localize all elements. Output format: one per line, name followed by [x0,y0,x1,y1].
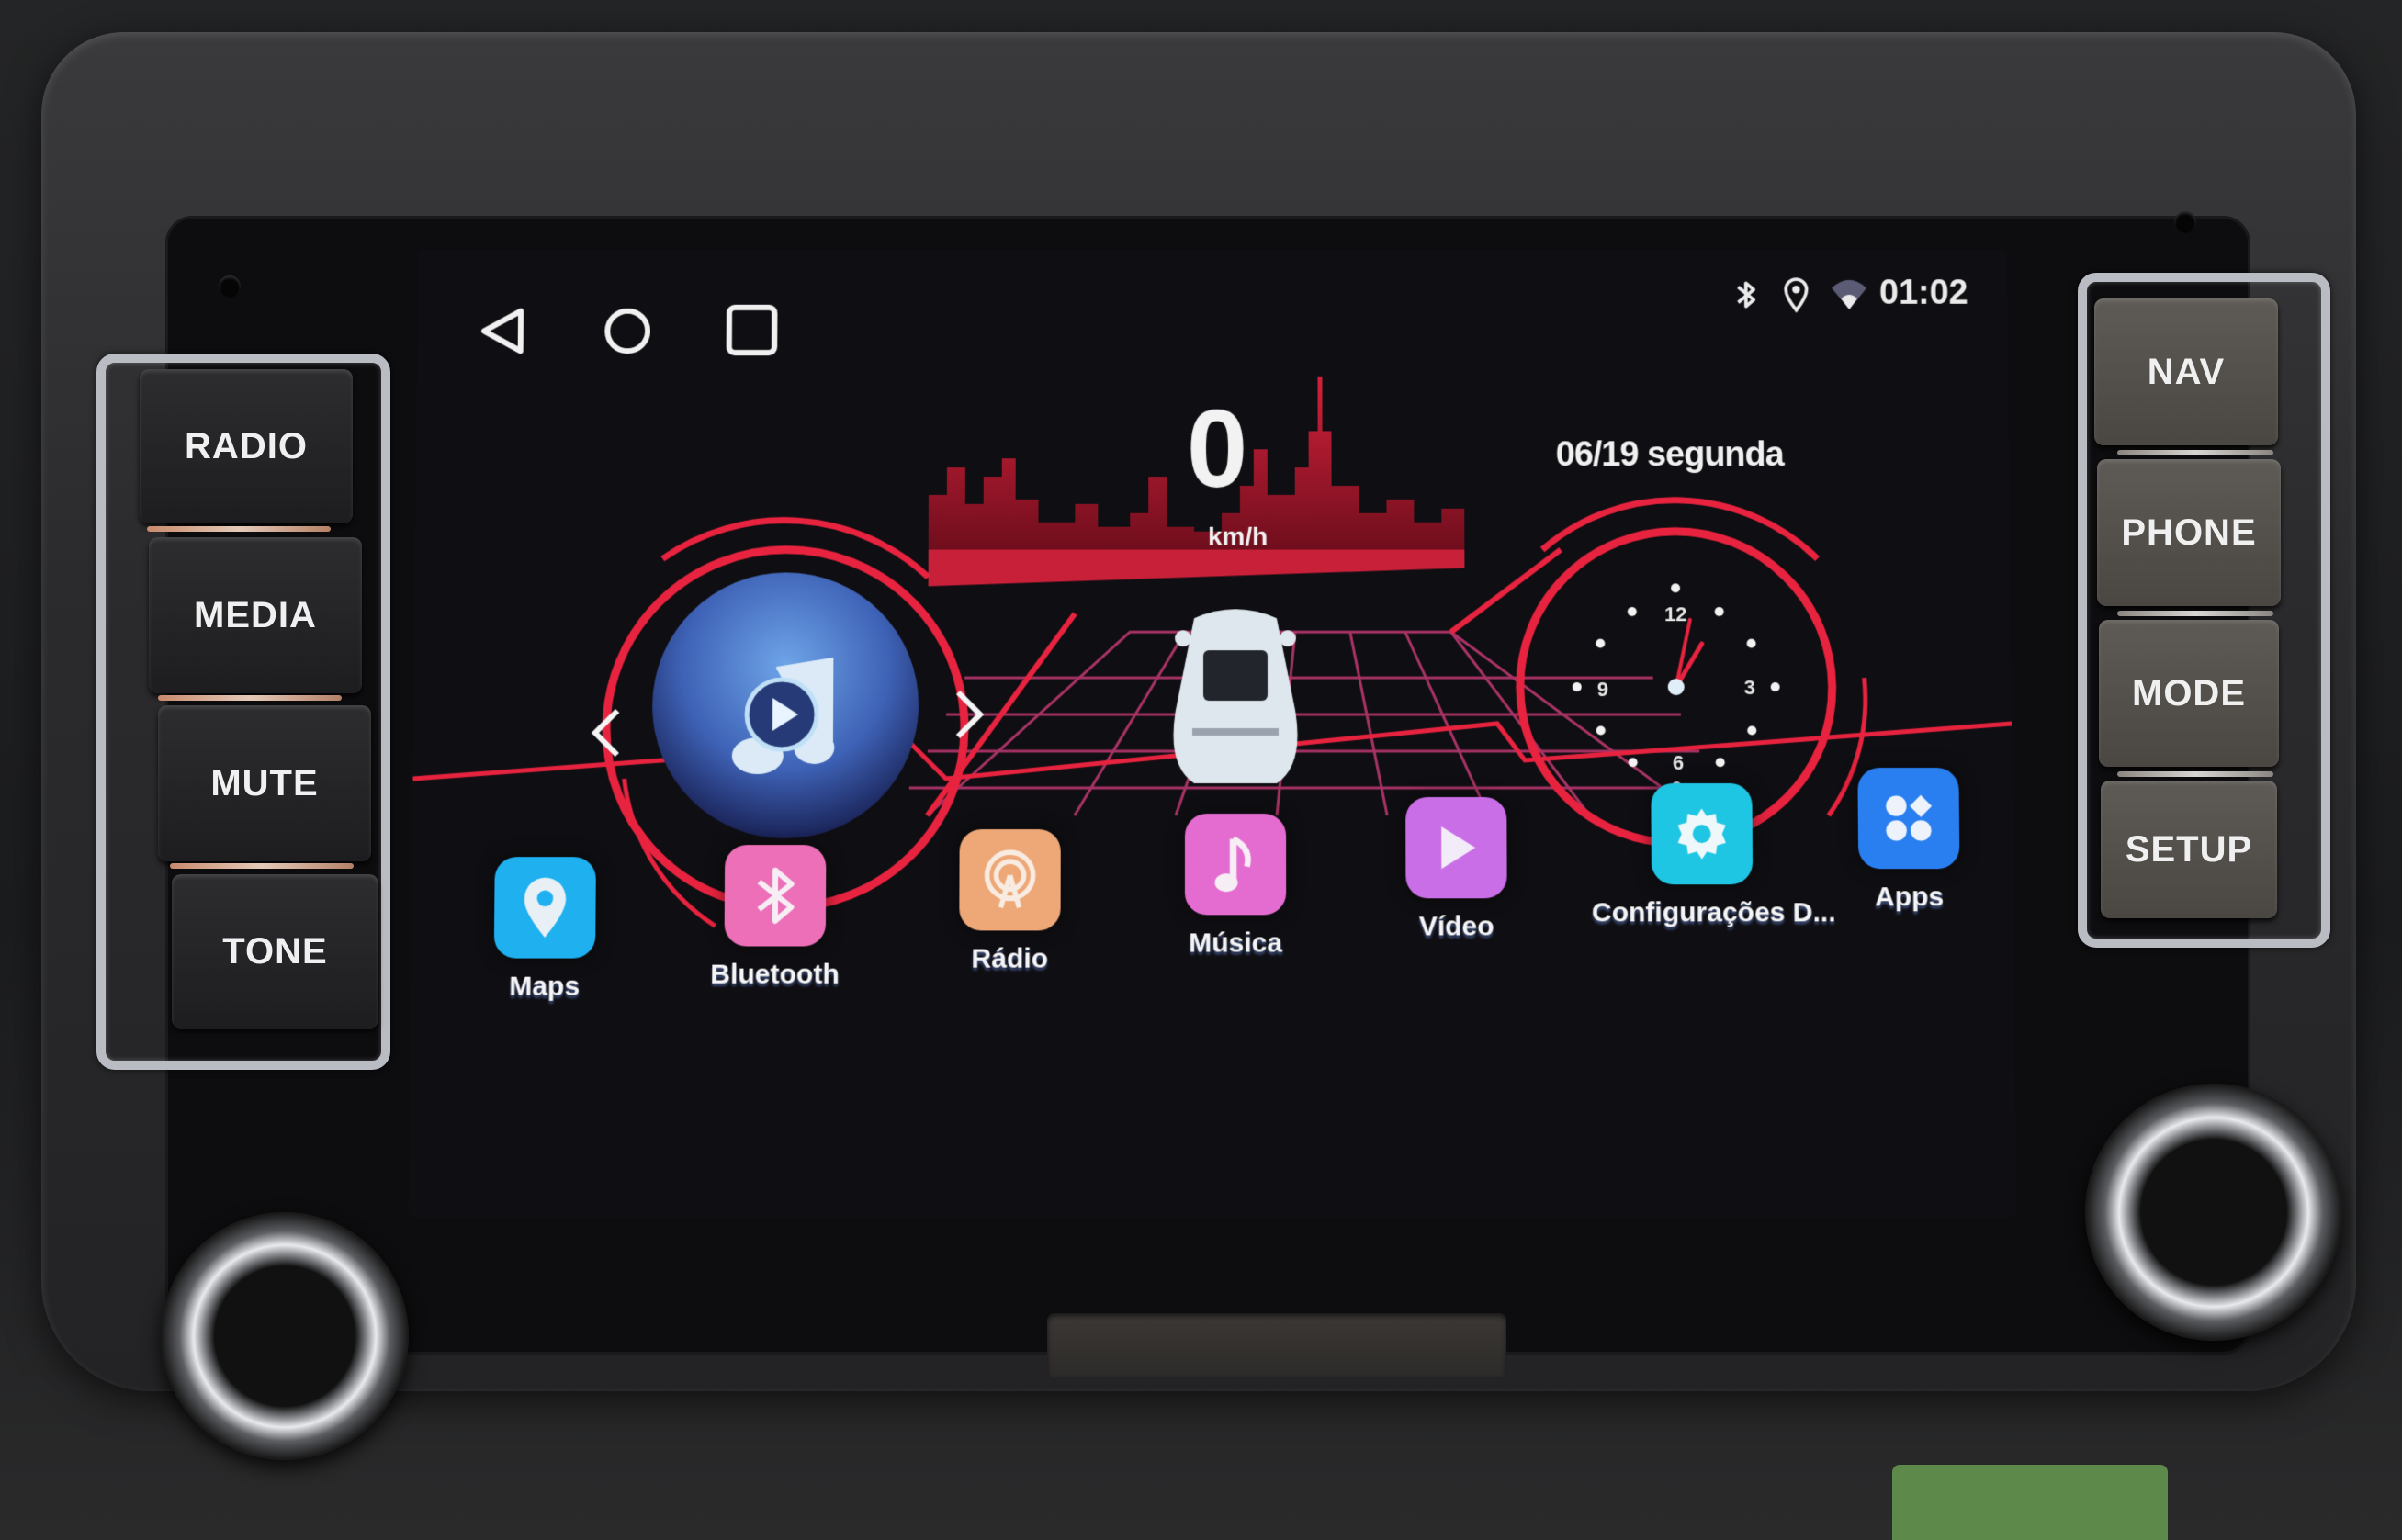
clock-tick [1627,607,1637,616]
mode-button[interactable]: MODE [2099,620,2279,767]
clock-center [1667,679,1685,696]
clock-tick [1746,638,1756,648]
button-divider [147,526,331,532]
screw-hole [2174,211,2196,233]
clock-tick [1627,757,1637,767]
chevron-left-icon[interactable] [588,705,625,760]
app-label: Rádio [971,943,1049,974]
app-label: Configurações D... [1591,897,1836,928]
accent-line [1450,550,1561,633]
clock-tick [1714,757,1724,767]
play-icon [1405,797,1507,899]
app-label: Apps [1874,882,1945,913]
button-divider [2117,771,2273,777]
android-screen: 01:02 0 km/h 06/19 segunda 12 3 6 9 Maps… [408,249,2017,1218]
recents-square-icon[interactable] [724,302,781,358]
button-divider [2117,611,2273,616]
tone-button[interactable]: TONE [172,874,378,1029]
clock-label-12: 12 [1664,602,1687,625]
map-pin-icon [493,857,596,959]
disc-slot [1047,1313,1506,1377]
clock-tick [1671,583,1681,593]
speed-unit: km/h [1208,522,1269,551]
app-label: Maps [509,971,581,1002]
clock-tick [1572,682,1582,692]
screw-hole [219,275,241,298]
app-video[interactable]: Vídeo [1387,797,1526,942]
app-settings[interactable]: Configurações D... [1591,783,1836,928]
app-label: Música [1189,927,1283,959]
wifi-icon [1832,279,1867,309]
music-play-icon[interactable] [721,650,851,779]
back-triangle-icon[interactable] [477,304,532,358]
mute-button[interactable]: MUTE [158,705,371,861]
app-label: Bluetooth [710,959,840,990]
clock-tick [1770,682,1780,692]
car-illustration [1173,609,1298,784]
date-label: 06/19 segunda [1555,435,1784,475]
radio-button[interactable]: RADIO [140,369,353,523]
app-radio[interactable]: Rádio [941,829,1079,975]
music-note-icon [1184,814,1287,916]
clock-tick [1714,607,1724,616]
nav-button[interactable]: NAV [2094,298,2278,445]
location-icon [1780,276,1811,313]
clock-tick [1747,725,1757,736]
apps-grid-icon [1857,767,1960,870]
mode-button-label: MODE [2132,672,2246,714]
app-maps[interactable]: Maps [475,857,615,1003]
clock-label-9: 9 [1597,678,1608,701]
climate-display [1892,1465,2168,1540]
bluetooth-icon [724,845,827,947]
clock-tick [1596,725,1606,736]
chevron-right-icon[interactable] [951,687,987,742]
media-button[interactable]: MEDIA [149,537,362,693]
app-apps[interactable]: Apps [1839,767,1979,913]
app-label: Vídeo [1418,911,1494,942]
home-circle-icon[interactable] [600,304,655,358]
phone-button-label: PHONE [2121,511,2257,553]
app-bluetooth[interactable]: Bluetooth [705,845,844,991]
setup-button-label: SETUP [2125,828,2253,870]
button-divider [158,695,342,701]
phone-button[interactable]: PHONE [2097,459,2281,606]
button-divider [2117,450,2273,455]
tone-button-label: TONE [222,930,328,972]
analog-clock: 12 3 6 9 [1572,583,1780,792]
nav-button-label: NAV [2147,351,2226,392]
setup-button[interactable]: SETUP [2101,781,2277,918]
bluetooth-icon [1731,276,1762,313]
media-button-label: MEDIA [194,594,317,635]
app-music[interactable]: Música [1167,814,1304,960]
speed-value: 0 [1186,388,1248,511]
tune-knob[interactable] [2085,1084,2342,1341]
gear-icon [1651,783,1754,885]
clock-label-6: 6 [1673,751,1684,774]
clock-label-3: 3 [1743,676,1754,699]
mute-button-label: MUTE [210,762,319,804]
status-clock: 01:02 [1878,274,1968,312]
clock-tick [1596,638,1606,648]
button-divider [170,863,354,869]
radio-tower-icon [959,829,1061,931]
volume-knob[interactable] [161,1212,409,1460]
radio-button-label: RADIO [185,425,308,466]
